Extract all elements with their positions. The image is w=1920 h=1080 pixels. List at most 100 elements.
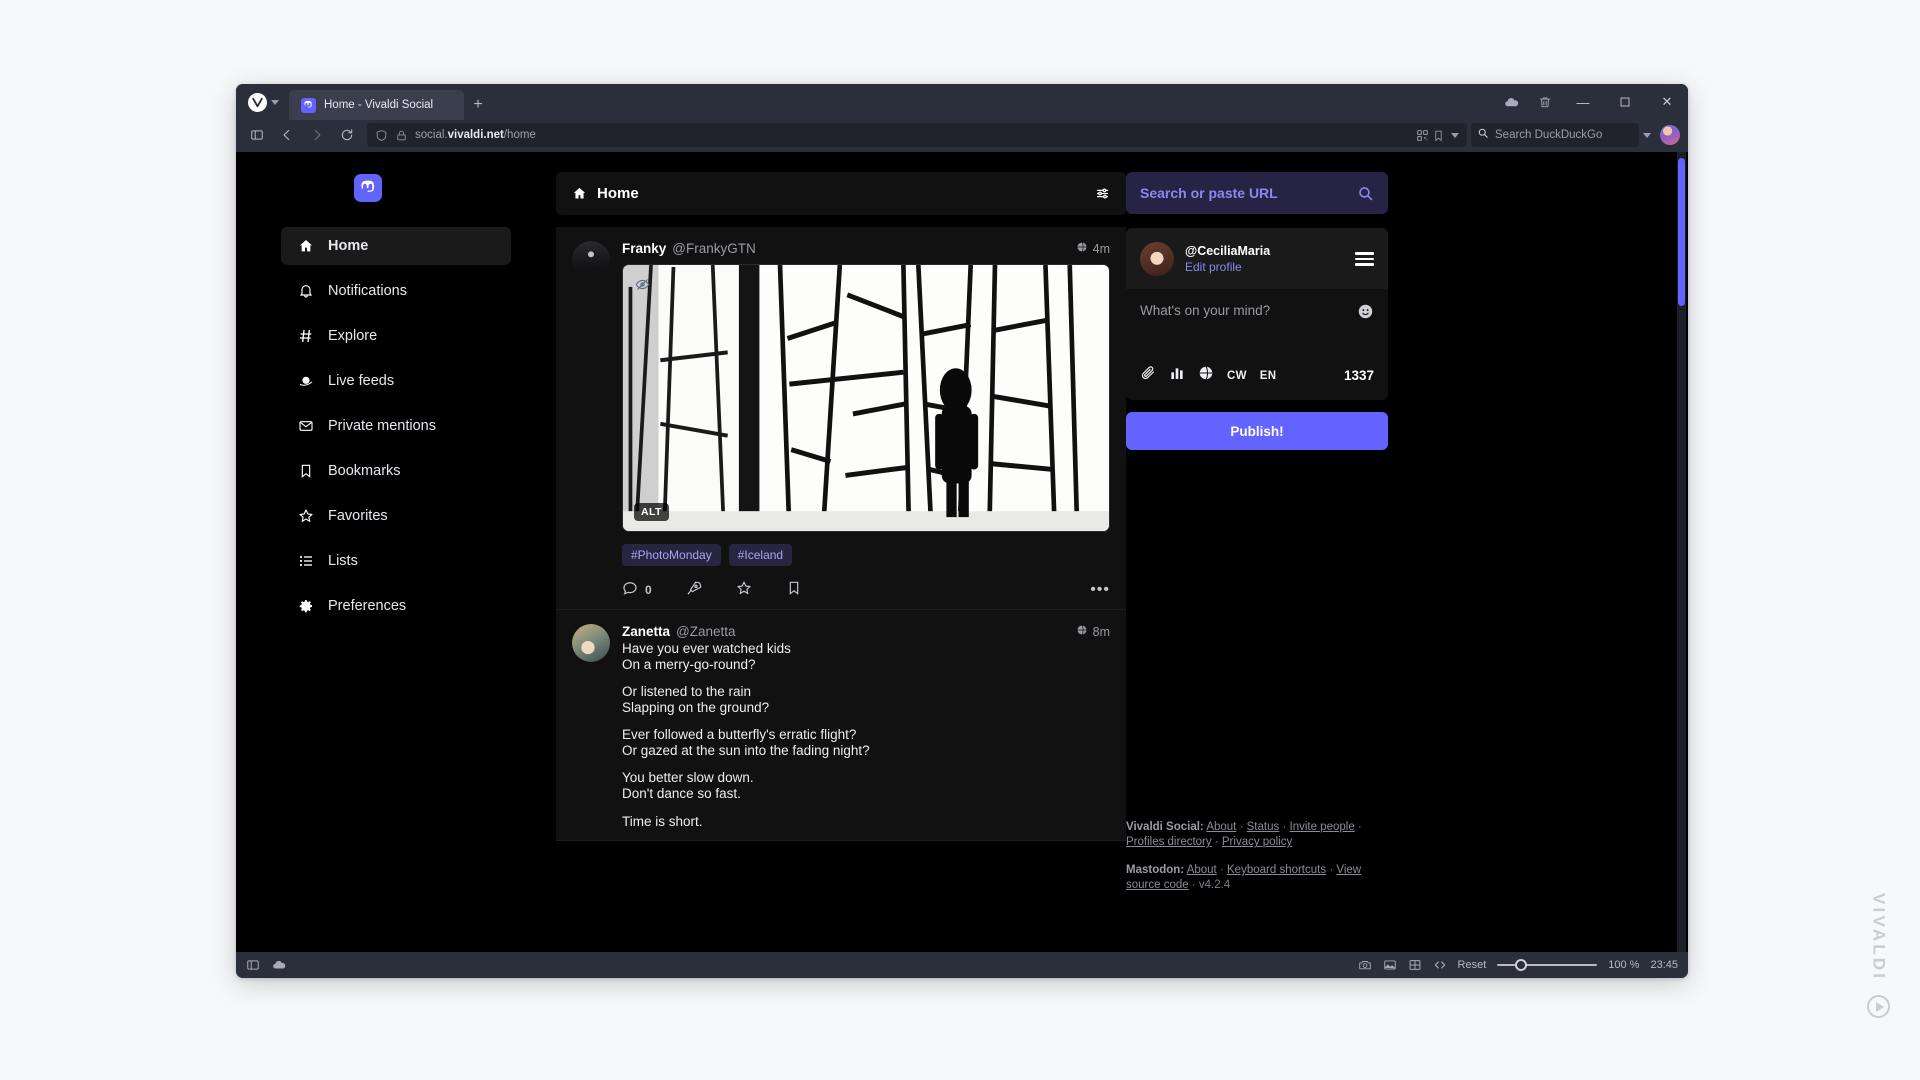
footer-label: Vivaldi Social: [1126, 820, 1204, 833]
clock: 23:45 [1650, 959, 1678, 971]
url-input[interactable]: social.vivaldi.net/home [367, 123, 1467, 147]
boost-button[interactable] [686, 580, 702, 599]
status-bar: Reset 100 % 23:45 [236, 952, 1688, 978]
content-warning-button[interactable]: CW [1227, 370, 1247, 382]
post-header: Franky @FrankyGTN 4m ALT #PhotoMonday #I… [572, 241, 1110, 599]
search-dropdown-icon[interactable] [1643, 132, 1651, 138]
scrollbar-thumb[interactable] [1678, 158, 1685, 306]
maximize-button[interactable] [1604, 84, 1646, 120]
sidebar-item-private-mentions[interactable]: Private mentions [281, 407, 511, 445]
chevron-down-icon[interactable] [1451, 132, 1459, 138]
new-tab-button[interactable]: + [464, 90, 492, 120]
emoji-smiley-icon[interactable] [1357, 303, 1374, 320]
language-button[interactable]: EN [1260, 370, 1277, 382]
zoom-slider[interactable] [1497, 958, 1598, 972]
page-scrollbar[interactable] [1677, 152, 1686, 952]
bookmark-icon[interactable] [1432, 129, 1445, 142]
trash-icon[interactable] [1528, 84, 1562, 120]
footer-link-privacy-policy[interactable]: Privacy policy [1222, 836, 1292, 848]
panel-toggle-icon[interactable] [246, 958, 260, 972]
footer-separator: · [1239, 820, 1244, 833]
qr-code-icon[interactable] [1416, 129, 1429, 142]
post: Franky @FrankyGTN 4m ALT #PhotoMonday #I… [556, 227, 1126, 610]
cloud-icon[interactable] [1494, 84, 1528, 120]
sidebar-item-lists[interactable]: Lists [281, 542, 511, 580]
post-handle[interactable]: @Zanetta [676, 624, 735, 639]
post-display-name[interactable]: Franky [622, 241, 666, 256]
sidebar-item-explore[interactable]: Explore [281, 317, 511, 355]
shield-icon[interactable] [375, 129, 388, 142]
sidebar-item-label: Home [328, 238, 369, 254]
vivaldi-logo-icon [248, 92, 267, 112]
alt-badge[interactable]: ALT [634, 503, 669, 521]
hashtag-chip[interactable]: #PhotoMonday [622, 544, 721, 566]
post-content: Have you ever watched kids On a merry-go… [622, 641, 1110, 830]
compose-textarea[interactable]: What's on your mind? [1126, 289, 1388, 361]
reply-button[interactable]: 0 [622, 580, 652, 599]
avatar[interactable] [572, 241, 610, 279]
sidebar-item-live-feeds[interactable]: Live feeds [281, 362, 511, 400]
panel-toggle-icon[interactable] [244, 123, 270, 147]
avatar[interactable] [1140, 242, 1174, 276]
back-arrow-icon[interactable] [274, 123, 300, 147]
tiling-icon[interactable] [1408, 958, 1422, 972]
reload-icon[interactable] [334, 123, 360, 147]
post-line: Ever followed a butterfly's erratic flig… [622, 727, 857, 743]
mastodon-logo-icon[interactable] [354, 174, 382, 202]
footer-link-about[interactable]: About [1187, 864, 1217, 876]
zoom-knob[interactable] [1515, 959, 1528, 971]
cloud-icon[interactable] [272, 958, 286, 972]
footer-link-keyboard-shortcuts[interactable]: Keyboard shortcuts [1227, 864, 1326, 876]
hashtag-icon [297, 328, 314, 344]
developer-code-icon[interactable] [1433, 958, 1447, 972]
post-handle[interactable]: @FrankyGTN [672, 241, 755, 256]
zoom-level: 100 % [1608, 959, 1640, 971]
tab-title: Home - Vivaldi Social [324, 99, 434, 111]
favorite-button[interactable] [736, 580, 752, 599]
hashtag-chip[interactable]: #Iceland [728, 544, 793, 566]
sliders-icon[interactable] [1095, 186, 1110, 201]
compose-box: @CeciliaMaria Edit profile What's on you… [1126, 228, 1388, 400]
search-input[interactable]: Search DuckDuckGo [1471, 123, 1639, 147]
search-icon[interactable] [1357, 185, 1374, 202]
post-tags: #PhotoMonday #Iceland [622, 544, 1110, 566]
post-display-name[interactable]: Zanetta [622, 624, 670, 639]
sidebar-item-favorites[interactable]: Favorites [281, 497, 511, 535]
forward-arrow-icon[interactable] [304, 123, 330, 147]
image-icon[interactable] [1383, 958, 1397, 972]
more-dots-icon[interactable]: ••• [1090, 581, 1110, 599]
avatar[interactable] [572, 624, 610, 662]
search-or-paste-url-input[interactable]: Search or paste URL [1126, 172, 1388, 214]
post-header: Zanetta @Zanetta 8m Have you ever watche… [572, 624, 1110, 830]
poll-chart-icon[interactable] [1169, 365, 1185, 386]
profile-avatar[interactable] [1660, 125, 1680, 145]
sidebar-item-label: Private mentions [328, 418, 436, 434]
reply-count: 0 [645, 582, 652, 597]
post-media[interactable]: ALT [622, 264, 1110, 532]
edit-profile-link[interactable]: Edit profile [1185, 260, 1270, 274]
browser-tab[interactable]: Home - Vivaldi Social [289, 90, 464, 120]
eye-slash-icon[interactable] [631, 273, 653, 295]
sidebar-item-preferences[interactable]: Preferences [281, 587, 511, 625]
sidebar-item-bookmarks[interactable]: Bookmarks [281, 452, 511, 490]
close-button[interactable]: ✕ [1646, 84, 1688, 120]
bookmark-button[interactable] [786, 580, 802, 599]
globe-icon[interactable] [1198, 365, 1214, 386]
camera-icon[interactable] [1358, 958, 1372, 972]
sidebar-item-home[interactable]: Home [281, 227, 511, 265]
search-duckduckgo-icon[interactable] [1477, 126, 1489, 144]
paperclip-icon[interactable] [1140, 365, 1156, 386]
sidebar-item-label: Preferences [328, 598, 407, 614]
hamburger-menu-icon[interactable] [1355, 252, 1374, 266]
chevron-down-icon [271, 99, 279, 105]
footer-link-invite-people[interactable]: Invite people [1290, 821, 1355, 833]
footer-link-status[interactable]: Status [1247, 821, 1280, 833]
footer-link-profiles-directory[interactable]: Profiles directory [1126, 836, 1212, 848]
minimize-button[interactable]: — [1562, 84, 1604, 120]
publish-button[interactable]: Publish! [1126, 412, 1388, 450]
search-placeholder: Search DuckDuckGo [1495, 129, 1603, 141]
sidebar-item-notifications[interactable]: Notifications [281, 272, 511, 310]
zoom-reset-button[interactable]: Reset [1458, 959, 1487, 971]
footer-link-about[interactable]: About [1206, 821, 1236, 833]
vivaldi-menu-button[interactable] [244, 87, 285, 117]
